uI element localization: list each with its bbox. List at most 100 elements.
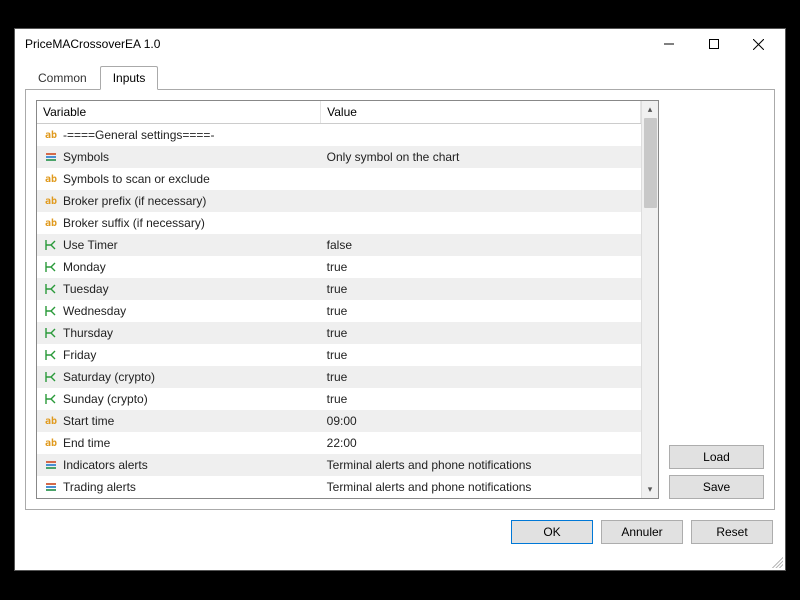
variable-label: Saturday (crypto)	[63, 370, 155, 384]
scroll-down-arrow-icon[interactable]: ▾	[642, 481, 658, 498]
variable-label: Start time	[63, 414, 114, 428]
table-row[interactable]: Thursdaytrue	[37, 322, 641, 344]
string-type-icon: ab	[43, 416, 59, 427]
table-row[interactable]: Friday true	[37, 344, 641, 366]
enum-type-icon	[43, 459, 59, 471]
table-row[interactable]: ab Start time 09:00	[37, 410, 641, 432]
bool-type-icon	[43, 305, 59, 317]
variable-cell: Saturday (crypto)	[37, 366, 321, 388]
close-button[interactable]	[736, 30, 781, 58]
resize-grip[interactable]	[769, 554, 783, 568]
value-cell[interactable]	[321, 190, 641, 212]
tab-common[interactable]: Common	[25, 66, 100, 89]
value-cell[interactable]: Terminal alerts and phone notifications	[321, 454, 641, 476]
variable-label: Symbols	[63, 150, 109, 164]
table-row[interactable]: Symbols Only symbol on the chart	[37, 146, 641, 168]
value-cell[interactable]: 09:00	[321, 410, 641, 432]
vertical-scrollbar[interactable]: ▴ ▾	[641, 101, 658, 498]
cancel-button[interactable]: Annuler	[601, 520, 683, 544]
ok-button[interactable]: OK	[511, 520, 593, 544]
table-row[interactable]: Wednesday true	[37, 300, 641, 322]
value-cell[interactable]: 22:00	[321, 432, 641, 454]
value-cell[interactable]: true	[321, 256, 641, 278]
bool-type-icon	[43, 283, 59, 295]
inputs-panel: Variable Value ab -====General settings==…	[25, 89, 775, 510]
variable-label: Sunday (crypto)	[63, 392, 148, 406]
col-value[interactable]: Value	[321, 101, 641, 124]
variable-cell: ab Symbols to scan or exclude	[37, 168, 321, 190]
string-type-icon: ab	[43, 196, 59, 207]
variable-label: Friday	[63, 348, 96, 362]
value-cell[interactable]: true	[321, 278, 641, 300]
table-row[interactable]: Mondaytrue	[37, 256, 641, 278]
value-cell[interactable]: true	[321, 300, 641, 322]
bool-type-icon	[43, 393, 59, 405]
variable-label: Broker prefix (if necessary)	[63, 194, 206, 208]
value-cell[interactable]: true	[321, 322, 641, 344]
string-type-icon: ab	[43, 438, 59, 449]
load-button[interactable]: Load	[669, 445, 764, 469]
minimize-icon	[664, 39, 674, 49]
string-type-icon: ab	[43, 174, 59, 185]
table-row[interactable]: Use Timer false	[37, 234, 641, 256]
scroll-up-arrow-icon[interactable]: ▴	[642, 101, 658, 118]
variable-label: Wednesday	[63, 304, 126, 318]
value-cell[interactable]	[321, 212, 641, 234]
value-cell[interactable]: true	[321, 388, 641, 410]
table-row[interactable]: Saturday (crypto) true	[37, 366, 641, 388]
table-row[interactable]: Trading alertsTerminal alerts and phone …	[37, 476, 641, 498]
variable-label: Use Timer	[63, 238, 118, 252]
variable-cell: Symbols	[37, 146, 321, 168]
window-controls	[646, 30, 781, 58]
maximize-icon	[709, 39, 719, 49]
table-row[interactable]: abEnd time22:00	[37, 432, 641, 454]
value-cell[interactable]: Only symbol on the chart	[321, 146, 641, 168]
tabs-strip: Common Inputs	[25, 65, 775, 89]
variable-cell: Trading alerts	[37, 476, 321, 498]
value-cell[interactable]	[321, 124, 641, 146]
bool-type-icon	[43, 349, 59, 361]
scroll-thumb[interactable]	[644, 118, 657, 208]
tab-inputs[interactable]: Inputs	[100, 66, 159, 90]
value-cell[interactable]: Terminal alerts and phone notifications	[321, 476, 641, 498]
variable-label: -====General settings====-	[63, 128, 214, 142]
dialog-window: PriceMACrossoverEA 1.0 Common Inputs	[14, 28, 786, 571]
table-row[interactable]: ab Broker prefix (if necessary)	[37, 190, 641, 212]
window-title: PriceMACrossoverEA 1.0	[25, 37, 646, 51]
variable-cell: Wednesday	[37, 300, 321, 322]
table-row[interactable]: abBroker suffix (if necessary)	[37, 212, 641, 234]
table-row[interactable]: ab Symbols to scan or exclude	[37, 168, 641, 190]
variable-cell: ab Broker prefix (if necessary)	[37, 190, 321, 212]
variable-cell: abEnd time	[37, 432, 321, 454]
value-cell[interactable]: false	[321, 234, 641, 256]
reset-button[interactable]: Reset	[691, 520, 773, 544]
variable-cell: Sunday (crypto)	[37, 388, 321, 410]
value-cell[interactable]	[321, 168, 641, 190]
table-row[interactable]: ab -====General settings====-	[37, 124, 641, 146]
table-row[interactable]: Indicators alertsTerminal alerts and pho…	[37, 454, 641, 476]
value-cell[interactable]: true	[321, 366, 641, 388]
variable-cell: Friday	[37, 344, 321, 366]
table-row[interactable]: Tuesday true	[37, 278, 641, 300]
save-button[interactable]: Save	[669, 475, 764, 499]
value-cell[interactable]: true	[321, 344, 641, 366]
inputs-table-scroll[interactable]: Variable Value ab -====General settings==…	[37, 101, 641, 498]
bool-type-icon	[43, 371, 59, 383]
col-variable[interactable]: Variable	[37, 101, 321, 124]
client-area: Common Inputs Variable Value ab -====Gene…	[15, 59, 785, 554]
variable-cell: Monday	[37, 256, 321, 278]
variable-cell: Tuesday	[37, 278, 321, 300]
table-row[interactable]: Sunday (crypto) true	[37, 388, 641, 410]
minimize-button[interactable]	[646, 30, 691, 58]
bool-type-icon	[43, 239, 59, 251]
enum-type-icon	[43, 481, 59, 493]
variable-cell: Thursday	[37, 322, 321, 344]
string-type-icon: ab	[43, 130, 59, 141]
variable-label: Tuesday	[63, 282, 109, 296]
variable-cell: Indicators alerts	[37, 454, 321, 476]
close-icon	[753, 39, 764, 50]
maximize-button[interactable]	[691, 30, 736, 58]
string-type-icon: ab	[43, 218, 59, 229]
variable-cell: Use Timer	[37, 234, 321, 256]
variable-label: Symbols to scan or exclude	[63, 172, 210, 186]
